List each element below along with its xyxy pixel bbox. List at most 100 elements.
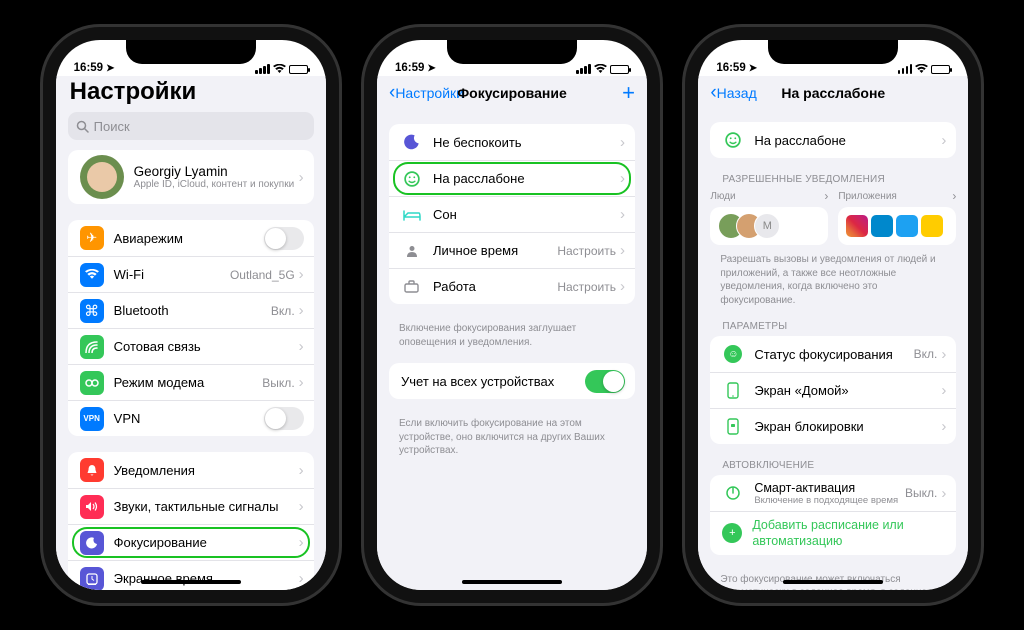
- params-card: ☺ Статус фокусирования Вкл. › Экран «Дом…: [710, 336, 956, 444]
- chevron-right-icon: ›: [620, 134, 625, 151]
- focus-top-card: На расслабоне ›: [710, 122, 956, 158]
- wifi-icon: [273, 64, 286, 74]
- home-indicator[interactable]: [783, 580, 883, 584]
- settings-group-1: ✈ Авиарежим Wi-Fi Outland_5G › ⌘ Bluetoo…: [68, 220, 314, 436]
- row-focus-name[interactable]: На расслабоне ›: [710, 122, 956, 158]
- time: 16:59: [716, 62, 745, 74]
- phone-focus-detail: 16:59➤ ‹Назад На расслабоне На расслабон…: [698, 40, 968, 590]
- phone-lock-icon: [722, 416, 744, 438]
- battery-icon: [610, 65, 629, 74]
- notch: [768, 40, 898, 64]
- back-button[interactable]: ‹Настройки: [389, 82, 464, 104]
- phone-focus-list: 16:59➤ ‹Настройки Фокусирование + Не бес…: [377, 40, 647, 590]
- focus-note-1: Включение фокусирования заглушает оповещ…: [377, 320, 647, 363]
- plus-circle-icon: +: [722, 523, 742, 543]
- page-title: Настройки: [56, 76, 326, 112]
- row-hotspot[interactable]: Режим модема Выкл. ›: [68, 364, 314, 400]
- chevron-right-icon: ›: [941, 132, 946, 149]
- row-work[interactable]: Работа Настроить ›: [389, 268, 635, 304]
- apps-card[interactable]: [838, 207, 956, 245]
- time: 16:59: [395, 62, 424, 74]
- row-add-schedule[interactable]: + Добавить расписание или автоматизацию: [710, 511, 956, 555]
- smile-icon: [401, 168, 423, 190]
- row-sleep[interactable]: Сон ›: [389, 196, 635, 232]
- moon-icon: [401, 131, 423, 153]
- auto-card: Смарт-активация Включение в подходящее в…: [710, 475, 956, 555]
- chevron-right-icon: ›: [299, 338, 304, 355]
- chevron-right-icon: ›: [941, 382, 946, 399]
- row-lockscreen[interactable]: Экран блокировки ›: [710, 408, 956, 444]
- row-dnd[interactable]: Не беспокоить ›: [389, 124, 635, 160]
- signal-icon: [255, 64, 270, 74]
- vpn-toggle[interactable]: [264, 407, 304, 430]
- chevron-right-icon: ›: [620, 278, 625, 295]
- avatar: [80, 155, 124, 199]
- vpn-icon: VPN: [80, 407, 104, 431]
- app-icons: [846, 215, 943, 237]
- chevron-right-icon: ›: [299, 498, 304, 515]
- airplane-toggle[interactable]: [264, 227, 304, 250]
- phone-settings: 16:59➤ Настройки Поиск Georgiy Lyamin Ap…: [56, 40, 326, 590]
- chevron-right-icon: ›: [299, 266, 304, 283]
- people-avatars: M: [718, 213, 772, 239]
- row-smart[interactable]: Смарт-активация Включение в подходящее в…: [710, 475, 956, 511]
- chevron-right-icon: ›: [299, 374, 304, 391]
- section-params: ПАРАМЕТРЫ: [698, 321, 968, 336]
- smile-icon: [722, 129, 744, 151]
- home-indicator[interactable]: [462, 580, 562, 584]
- nav-bar: ‹Настройки Фокусирование +: [377, 76, 647, 110]
- chevron-right-icon: ›: [952, 189, 956, 203]
- row-airplane[interactable]: ✈ Авиарежим: [68, 220, 314, 256]
- chevron-right-icon: ›: [299, 462, 304, 479]
- time: 16:59: [74, 62, 103, 74]
- row-cellular[interactable]: Сотовая связь ›: [68, 328, 314, 364]
- share-toggle[interactable]: [585, 370, 625, 393]
- battery-icon: [931, 65, 950, 74]
- row-sounds[interactable]: Звуки, тактильные сигналы ›: [68, 488, 314, 524]
- hotspot-icon: [80, 371, 104, 395]
- row-homescreen[interactable]: Экран «Домой» ›: [710, 372, 956, 408]
- search-input[interactable]: Поиск: [68, 112, 314, 140]
- signal-icon: [898, 64, 913, 74]
- home-indicator[interactable]: [141, 580, 241, 584]
- chevron-right-icon: ›: [620, 170, 625, 187]
- chevron-right-icon: ›: [620, 206, 625, 223]
- briefcase-icon: [401, 276, 423, 298]
- row-status[interactable]: ☺ Статус фокусирования Вкл. ›: [710, 336, 956, 372]
- chevron-right-icon: ›: [299, 570, 304, 587]
- profile-card[interactable]: Georgiy Lyamin Apple ID, iCloud, контент…: [68, 150, 314, 204]
- phone-icon: [722, 380, 744, 402]
- profile-sub: Apple ID, iCloud, контент и покупки: [134, 179, 299, 190]
- row-focus[interactable]: Фокусирование ›: [68, 524, 314, 560]
- row-custom[interactable]: На расслабоне ›: [389, 160, 635, 196]
- search-icon: [76, 120, 89, 133]
- people-label: Люди: [710, 191, 735, 202]
- back-button[interactable]: ‹Назад: [710, 82, 756, 104]
- settings-group-2: Уведомления › Звуки, тактильные сигналы …: [68, 452, 314, 590]
- chevron-right-icon: ›: [299, 169, 304, 186]
- row-notifications[interactable]: Уведомления ›: [68, 452, 314, 488]
- people-card[interactable]: M: [710, 207, 828, 245]
- chevron-right-icon: ›: [941, 418, 946, 435]
- row-share[interactable]: Учет на всех устройствах: [389, 363, 635, 399]
- row-personal[interactable]: Личное время Настроить ›: [389, 232, 635, 268]
- notch: [126, 40, 256, 64]
- row-vpn[interactable]: VPN VPN: [68, 400, 314, 436]
- share-card: Учет на всех устройствах: [389, 363, 635, 399]
- screentime-icon: [80, 567, 104, 591]
- status-icon: ☺: [722, 343, 744, 365]
- location-icon: ➤: [749, 63, 757, 74]
- focus-note-2: Если включить фокусирование на этом устр…: [377, 415, 647, 472]
- wifi-icon: [915, 64, 928, 74]
- row-bluetooth[interactable]: ⌘ Bluetooth Вкл. ›: [68, 292, 314, 328]
- add-button[interactable]: +: [622, 80, 635, 106]
- focus-icon: [80, 531, 104, 555]
- signal-icon: [576, 64, 591, 74]
- row-screentime[interactable]: Экранное время ›: [68, 560, 314, 590]
- battery-icon: [289, 65, 308, 74]
- allowed-note: Разрешать вызовы и уведомления от людей …: [698, 251, 968, 321]
- row-wifi[interactable]: Wi-Fi Outland_5G ›: [68, 256, 314, 292]
- chevron-right-icon: ›: [299, 302, 304, 319]
- section-allowed: РАЗРЕШЕННЫЕ УВЕДОМЛЕНИЯ: [698, 174, 968, 189]
- power-icon: [722, 482, 744, 504]
